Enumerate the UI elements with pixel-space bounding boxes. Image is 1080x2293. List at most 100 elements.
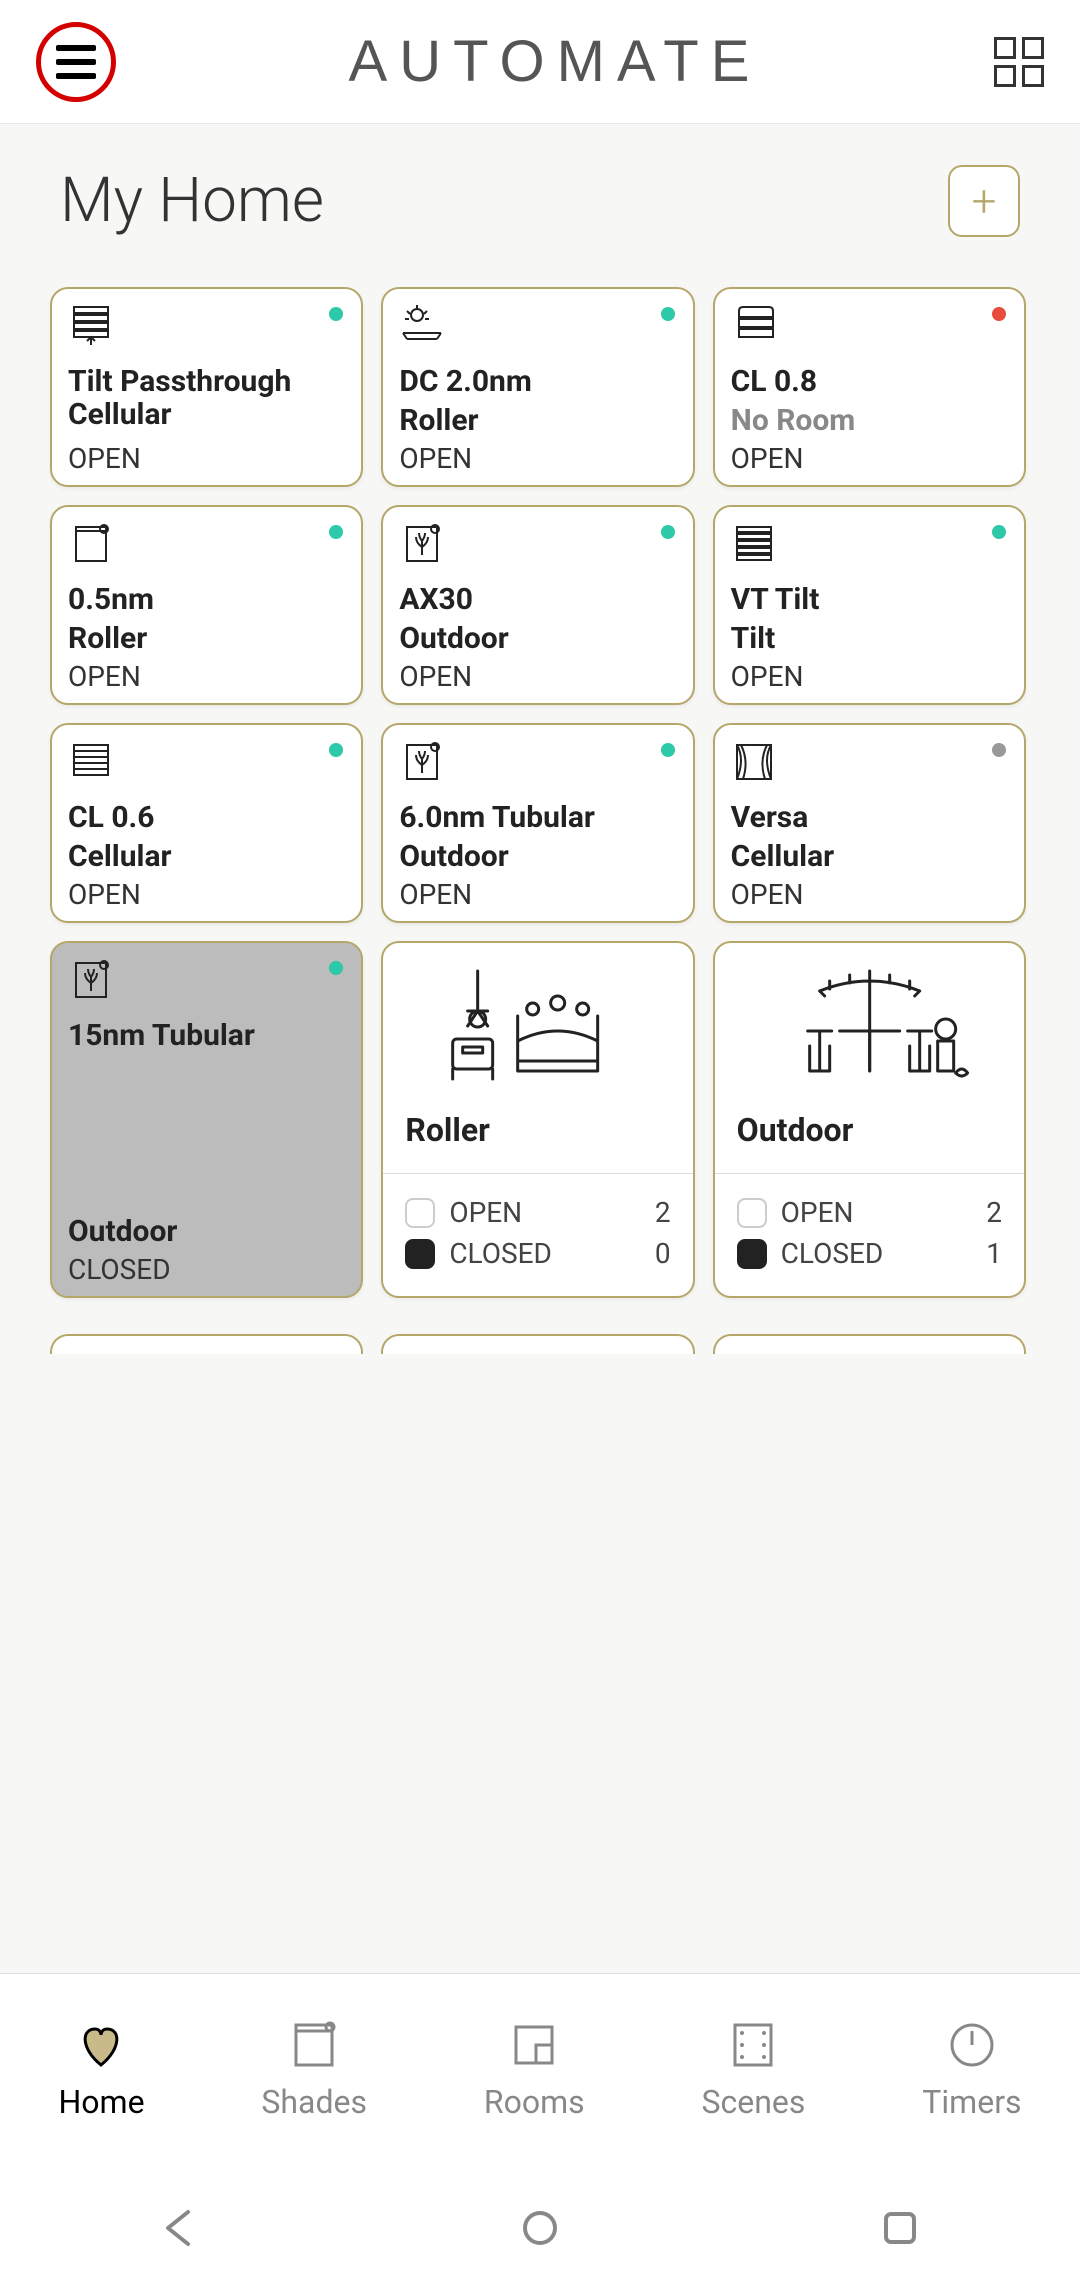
closed-indicator-icon [405,1239,435,1269]
grid-view-button[interactable] [994,37,1044,87]
tab-timers[interactable]: Timers [922,2017,1021,2121]
device-state: OPEN [731,660,1008,693]
status-dot-icon [661,525,675,539]
device-type-icon [68,957,345,1005]
tab-label: Rooms [484,2083,585,2121]
device-card[interactable]: 0.5nm Roller OPEN [50,505,363,705]
open-indicator-icon [737,1198,767,1228]
device-room: Outdoor [399,839,676,874]
tab-home[interactable]: Home [58,2017,144,2121]
back-button[interactable] [160,2208,200,2248]
system-navbar [0,2163,1080,2293]
room-name: Outdoor [715,1091,1024,1173]
device-name: VT Tilt [731,583,1008,616]
device-type-icon [68,521,345,569]
menu-button[interactable] [36,22,116,102]
room-illustration-icon [715,961,1024,1091]
grid-icon [1022,65,1044,87]
device-state: OPEN [731,442,1008,475]
room-illustration-icon [383,961,692,1091]
device-type-icon [399,521,676,569]
add-button[interactable]: + [948,165,1020,237]
home-button[interactable] [520,2208,560,2248]
device-state: OPEN [399,878,676,911]
grid-icon [994,37,1016,59]
device-card[interactable]: AX30 Outdoor OPEN [381,505,694,705]
device-state: OPEN [68,442,345,475]
tab-label: Home [58,2083,144,2121]
closed-stat: CLOSED 0 [405,1237,670,1270]
room-card[interactable]: Outdoor OPEN 2 CLOSED 1 [713,941,1026,1298]
more-cards-peek [50,1334,1026,1354]
status-dot-icon [992,525,1006,539]
status-dot-icon [661,307,675,321]
recent-button[interactable] [880,2208,920,2248]
open-indicator-icon [405,1198,435,1228]
device-type-icon [731,521,1008,569]
device-room: Roller [68,621,345,656]
device-name: AX30 [399,583,676,616]
status-dot-icon [661,743,675,757]
device-card[interactable]: CL 0.8 No Room OPEN [713,287,1026,487]
grid-icon [994,65,1016,87]
device-state: OPEN [399,442,676,475]
heart-icon [73,2017,129,2073]
status-dot-icon [992,743,1006,757]
tab-label: Timers [922,2083,1021,2121]
room-card[interactable]: Roller OPEN 2 CLOSED 0 [381,941,694,1298]
status-dot-icon [992,307,1006,321]
room-icon [506,2017,562,2073]
closed-stat: CLOSED 1 [737,1237,1002,1270]
film-icon [725,2017,781,2073]
device-name: 0.5nm [68,583,345,616]
device-name: CL 0.6 [68,801,345,834]
device-name: Versa [731,801,1008,834]
page-title: My Home [60,164,324,237]
app-header: AUTOMATE [0,0,1080,124]
device-card[interactable]: 15nm Tubular Outdoor CLOSED [50,941,363,1298]
device-state: OPEN [731,878,1008,911]
tab-label: Shades [261,2083,367,2121]
device-card[interactable]: Versa Cellular OPEN [713,723,1026,923]
device-type-icon [399,739,676,787]
device-room: Cellular [68,839,345,874]
device-name: 6.0nm Tubular [399,801,676,834]
clock-icon [944,2017,1000,2073]
open-stat: OPEN 2 [737,1196,1002,1229]
app-logo: AUTOMATE [349,28,762,95]
tab-shades[interactable]: Shades [261,2017,367,2121]
tab-scenes[interactable]: Scenes [702,2017,806,2121]
device-name: DC 2.0nm [399,365,676,398]
plus-icon: + [972,175,997,227]
bottom-tabbar: Home Shades Rooms Scenes Timers [0,1973,1080,2163]
device-state: CLOSED [68,1253,345,1286]
device-card[interactable]: DC 2.0nm Roller OPEN [381,287,694,487]
grid-icon [1022,37,1044,59]
device-name: Tilt Passthrough Cellular [68,365,345,431]
main-content: My Home + Tilt Passthrough Cellular OPEN… [0,124,1080,1973]
device-room: Cellular [731,839,1008,874]
device-name: CL 0.8 [731,365,1008,398]
hamburger-icon [56,45,96,79]
device-card[interactable]: VT Tilt Tilt OPEN [713,505,1026,705]
tab-label: Scenes [702,2083,806,2121]
tab-rooms[interactable]: Rooms [484,2017,585,2121]
shade-icon [286,2017,342,2073]
device-name: 15nm Tubular [68,1019,345,1052]
device-state: OPEN [68,878,345,911]
device-type-icon [68,739,345,787]
closed-indicator-icon [737,1239,767,1269]
device-card[interactable]: Tilt Passthrough Cellular OPEN [50,287,363,487]
device-type-icon [68,303,345,351]
device-type-icon [731,739,1008,787]
device-room: Outdoor [399,621,676,656]
device-room: No Room [731,403,1008,438]
title-row: My Home + [50,164,1030,237]
open-stat: OPEN 2 [405,1196,670,1229]
room-name: Roller [383,1091,692,1173]
room-stats: OPEN 2 CLOSED 0 [383,1173,692,1296]
device-card[interactable]: CL 0.6 Cellular OPEN [50,723,363,923]
device-state: OPEN [399,660,676,693]
device-room: Outdoor [68,1214,345,1249]
device-card[interactable]: 6.0nm Tubular Outdoor OPEN [381,723,694,923]
